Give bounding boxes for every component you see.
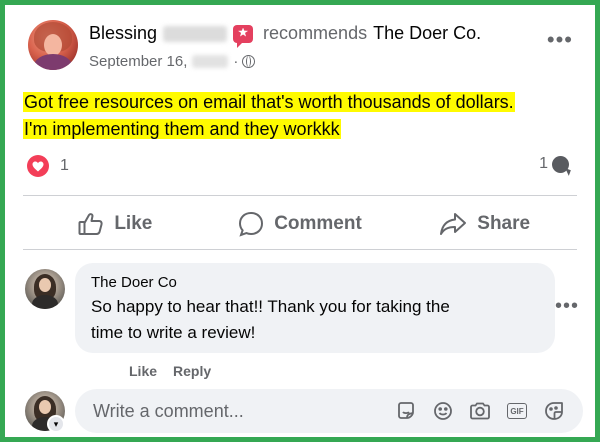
redacted-surname — [163, 25, 228, 42]
comments-count[interactable]: 1 — [539, 155, 569, 173]
comment-reply-button[interactable]: Reply — [173, 363, 211, 379]
reaction-count: 1 — [60, 157, 69, 174]
composer-icons: GIF — [393, 398, 567, 424]
comment-text: So happy to hear that!! Thank you for ta… — [91, 294, 539, 346]
comment-label: Comment — [274, 213, 362, 234]
action-bar: Like Comment Share — [23, 201, 577, 247]
post-date[interactable]: September 16, — [89, 53, 187, 70]
comment-count-icon — [552, 155, 569, 173]
camera-icon[interactable] — [467, 398, 493, 424]
recommends-text: recommends — [263, 23, 368, 43]
post-header: Blessing recommends The Doer Co. — [89, 23, 481, 48]
globe-icon — [242, 55, 256, 68]
share-label: Share — [477, 213, 531, 234]
post-meta: September 16, · — [89, 53, 256, 70]
post-text: Got free resources on email that's worth… — [23, 89, 583, 143]
separator-dot: · — [233, 53, 239, 70]
post-text-line-2: I'm implementing them and they workkk — [23, 119, 341, 139]
post-text-line-1: Got free resources on email that's worth… — [23, 92, 515, 112]
reactions-summary[interactable]: 1 — [27, 155, 69, 177]
comment-like-button[interactable]: Like — [129, 363, 157, 379]
recommendation-icon — [233, 24, 254, 48]
share-icon — [439, 212, 467, 236]
comment-actions: Like Reply — [129, 363, 211, 379]
post-frame: Blessing recommends The Doer Co. Septemb… — [0, 0, 600, 442]
comment-bubble: The Doer Co So happy to hear that!! Than… — [75, 263, 555, 353]
commenter-avatar[interactable] — [25, 269, 65, 309]
comment-button[interactable]: Comment — [208, 201, 393, 247]
comment-icon — [238, 211, 264, 237]
emoji-icon[interactable] — [430, 398, 456, 424]
share-button[interactable]: Share — [392, 201, 577, 247]
author-name[interactable]: Blessing — [89, 23, 157, 44]
comment-count-value: 1 — [539, 155, 548, 172]
write-comment-input[interactable] — [91, 399, 393, 423]
chevron-down-icon[interactable]: ▾ — [49, 417, 63, 431]
divider — [23, 195, 577, 196]
like-button[interactable]: Like — [23, 201, 208, 247]
gif-icon[interactable]: GIF — [504, 398, 530, 424]
post-more-options-button[interactable]: ••• — [547, 29, 573, 51]
comment-text-line-2: time to write a review! — [91, 323, 256, 342]
page-name-link[interactable]: The Doer Co. — [373, 23, 481, 44]
author-avatar[interactable] — [28, 20, 78, 70]
heart-icon — [27, 155, 49, 177]
thumbs-up-icon — [78, 212, 104, 236]
comment-more-options-button[interactable]: ••• — [555, 296, 579, 316]
sticker-comment-icon[interactable] — [393, 398, 419, 424]
comment-composer: GIF — [75, 389, 583, 433]
redacted-year — [192, 55, 229, 68]
like-label: Like — [114, 213, 153, 234]
sticker-icon[interactable] — [541, 398, 567, 424]
divider — [23, 249, 577, 250]
gif-label: GIF — [507, 403, 527, 419]
post-card: Blessing recommends The Doer Co. Septemb… — [5, 5, 595, 437]
comment-text-line-1: So happy to hear that!! Thank you for ta… — [91, 297, 450, 316]
commenter-name[interactable]: The Doer Co — [91, 274, 539, 291]
